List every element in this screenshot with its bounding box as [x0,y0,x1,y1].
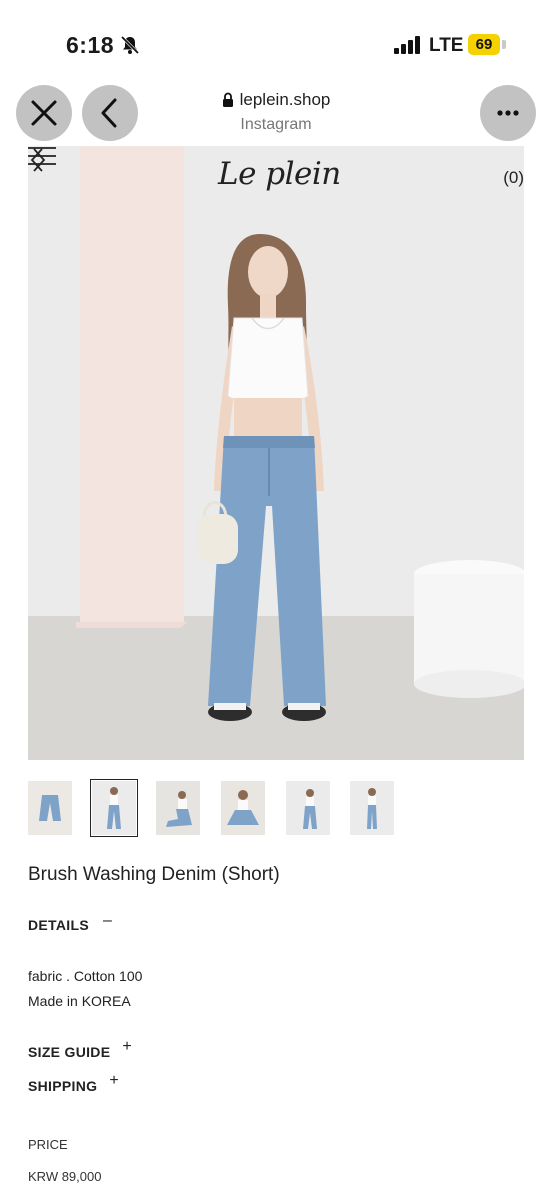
url-domain: leplein.shop [239,90,331,109]
fabric-info: fabric . Cotton 100 [28,968,143,984]
price-label: PRICE [28,1137,68,1152]
thumbnail-1[interactable] [28,781,72,835]
battery-level: 69 [468,34,500,55]
chevron-right-icon[interactable] [28,146,48,174]
size-guide-heading: SIZE GUIDE [28,1044,111,1060]
plus-icon: + [122,1038,133,1055]
back-icon [101,98,117,128]
back-button[interactable] [82,85,138,141]
size-guide-toggle[interactable]: SIZE GUIDE + [28,1038,132,1062]
network-type: LTE [429,35,464,56]
thumbnail-2[interactable] [90,779,138,837]
bell-slash-icon [120,35,140,55]
cart-count[interactable]: (0) [503,168,524,188]
lock-icon [222,92,233,107]
close-icon [31,100,57,126]
status-bar: 6:18 LTE 69 [0,0,552,80]
minus-icon: – [102,912,113,929]
product-title: Brush Washing Denim (Short) [28,864,280,885]
thumbnail-5[interactable] [286,781,330,835]
plus-icon: + [109,1072,119,1089]
shipping-toggle[interactable]: SHIPPING + [28,1072,119,1096]
details-toggle[interactable]: DETAILS – [28,912,112,935]
origin-info: Made in KOREA [28,993,131,1009]
thumbnail-4[interactable] [221,781,265,835]
url-bar[interactable]: leplein.shop Instagram [176,90,376,134]
price-value: KRW 89,000 [28,1169,102,1184]
details-heading: DETAILS [28,917,89,933]
more-button[interactable] [480,85,536,141]
url-source: Instagram [240,116,312,133]
signal-icon [394,36,422,54]
close-button[interactable] [16,85,72,141]
product-photo [28,146,524,760]
product-main-image[interactable]: Le plein (0) [28,146,524,760]
thumbnail-3[interactable] [156,781,200,835]
shipping-heading: SHIPPING [28,1078,98,1094]
thumbnail-6[interactable] [350,781,394,835]
site-logo[interactable]: Le plein [218,156,341,192]
battery-icon: 69 [468,34,506,55]
status-time: 6:18 [66,32,115,58]
more-icon [497,110,519,116]
